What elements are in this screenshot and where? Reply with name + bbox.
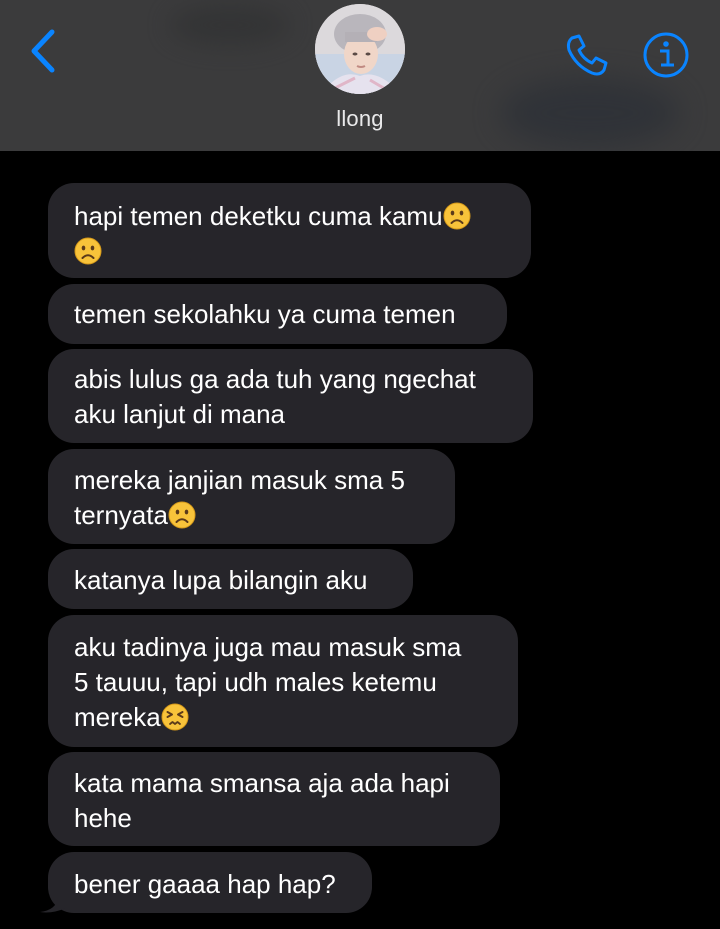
frowning-face-icon [168,501,196,529]
info-button[interactable] [641,30,691,80]
phone-icon [566,34,608,76]
messages-screen: llong hapi temen deketku cuma kamu temen… [0,0,720,929]
message-line: hehe [74,803,132,833]
message-line: 5 tauuu, tapi udh males ketemu [74,667,437,697]
bubble-tail [40,878,66,913]
message-bubble[interactable]: temen sekolahku ya cuma temen [48,284,507,344]
message-line: aku tadinya juga mau masuk sma [74,632,462,662]
contact-name[interactable]: llong [260,106,460,132]
message-bubble[interactable]: kata mama smansa aja ada hapi hehe [48,752,500,846]
message-line: kata mama smansa aja ada hapi [74,768,450,798]
message-bubble[interactable]: hapi temen deketku cuma kamu [48,183,531,278]
message-bubble[interactable]: bener gaaaa hap hap? [48,852,372,913]
message-bubble[interactable]: aku tadinya juga mau masuk sma 5 tauuu, … [48,615,518,747]
conversation-header: llong [0,0,720,151]
message-bubble[interactable]: katanya lupa bilangin aku [48,549,413,609]
message-line: mereka [74,700,492,735]
avatar-photo [315,4,405,94]
call-button[interactable] [562,30,612,80]
message-line: temen sekolahku ya cuma temen [74,299,456,329]
message-line: aku lanjut di mana [74,399,286,429]
message-bubble[interactable]: abis lulus ga ada tuh yang ngechat aku l… [48,349,533,443]
message-bubble[interactable]: mereka janjian masuk sma 5 ternyata [48,449,455,544]
message-line: mereka janjian masuk sma 5 [74,465,405,495]
message-line: bener gaaaa hap hap? [74,869,336,899]
header-blur-decoration [500,78,680,148]
contact-avatar[interactable] [315,4,405,94]
frowning-face-icon [74,237,102,265]
header-blur-decoration [170,5,290,45]
message-line: hapi temen deketku cuma kamu [74,199,505,234]
message-line: katanya lupa bilangin aku [74,565,368,595]
back-button[interactable] [22,26,66,76]
message-line: abis lulus ga ada tuh yang ngechat [74,364,476,394]
message-line: ternyata [74,498,429,533]
back-chevron-icon [31,29,55,73]
persevering-face-icon [161,703,189,731]
info-icon [643,32,689,78]
message-line [74,234,505,269]
frowning-face-icon [443,202,471,230]
